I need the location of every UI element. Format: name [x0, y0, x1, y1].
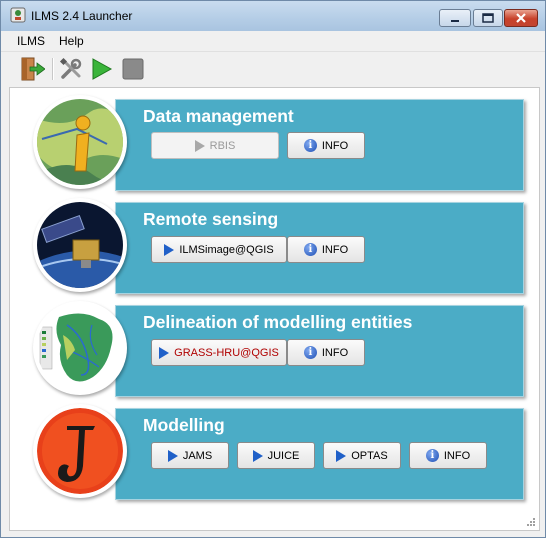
play-icon: [167, 449, 178, 462]
tools-icon: [59, 57, 82, 79]
data-management-info-button[interactable]: i INFO: [287, 132, 365, 159]
grass-hru-label: GRASS-HRU@QGIS: [174, 346, 279, 359]
remote-sensing-title: Remote sensing: [143, 209, 279, 229]
info-icon: i: [425, 449, 439, 462]
menu-bar: ILMS Help: [1, 31, 545, 52]
minimize-icon: [451, 20, 459, 22]
satellite-icon: [37, 202, 123, 288]
toolbar-separator: [52, 58, 54, 80]
modelling-logo: [33, 404, 127, 498]
resize-grip-icon[interactable]: [526, 517, 536, 527]
ilmsimage-button[interactable]: ILMSimage@QGIS: [151, 236, 287, 263]
launcher-window: ILMS 2.4 Launcher ILMS Help Data managem…: [0, 0, 546, 538]
modelling-info-button[interactable]: i INFO: [409, 442, 487, 469]
close-button[interactable]: [504, 9, 538, 27]
juice-label: JUICE: [267, 449, 300, 462]
info-label: INFO: [443, 449, 471, 462]
grass-hru-button[interactable]: GRASS-HRU@QGIS: [151, 339, 287, 366]
remote-sensing-info-button[interactable]: i INFO: [287, 236, 365, 263]
exit-door-icon: [21, 57, 46, 81]
maximize-icon: [482, 13, 494, 23]
delineation-logo: [33, 301, 127, 395]
jams-button[interactable]: JAMS: [151, 442, 229, 469]
play-icon: [164, 243, 175, 256]
exit-button[interactable]: [19, 56, 46, 82]
play-icon: [194, 139, 205, 152]
info-icon: i: [303, 243, 317, 256]
info-label: INFO: [321, 139, 349, 152]
remote-sensing-logo: [33, 198, 127, 292]
close-icon: [516, 13, 526, 23]
settings-button[interactable]: [58, 56, 84, 82]
data-management-logo: [33, 95, 127, 189]
play-icon: [252, 449, 263, 462]
catchment-map-icon: [37, 305, 123, 391]
ilmsimage-label: ILMSimage@QGIS: [179, 243, 274, 256]
toolbar: [1, 52, 545, 86]
window-title: ILMS 2.4 Launcher: [31, 9, 133, 23]
app-logo-icon: [10, 7, 26, 23]
maximize-button[interactable]: [473, 9, 503, 27]
jams-logo-icon: [37, 408, 123, 494]
info-icon: i: [303, 346, 317, 359]
jams-label: JAMS: [182, 449, 213, 462]
modelling-title: Modelling: [143, 415, 225, 435]
content-area: Data management RBIS i INFO Remote sensi…: [9, 87, 540, 531]
play-icon: [336, 449, 347, 462]
stop-button[interactable]: [120, 56, 146, 82]
data-management-title: Data management: [143, 106, 294, 126]
optas-label: OPTAS: [351, 449, 388, 462]
minimize-button[interactable]: [439, 9, 471, 27]
play-icon: [92, 58, 113, 80]
optas-button[interactable]: OPTAS: [323, 442, 401, 469]
stop-icon: [122, 58, 144, 80]
info-icon: i: [303, 139, 317, 152]
info-label: INFO: [321, 243, 349, 256]
rbis-label: RBIS: [209, 139, 236, 152]
rbis-button[interactable]: RBIS: [151, 132, 279, 159]
title-bar[interactable]: ILMS 2.4 Launcher: [1, 1, 545, 31]
run-button[interactable]: [89, 56, 115, 82]
info-label: INFO: [321, 346, 349, 359]
play-icon: [159, 346, 170, 359]
delineation-title: Delineation of modelling entities: [143, 312, 413, 332]
delineation-info-button[interactable]: i INFO: [287, 339, 365, 366]
info-map-icon: [37, 99, 123, 185]
menu-ilms[interactable]: ILMS: [17, 34, 45, 48]
juice-button[interactable]: JUICE: [237, 442, 315, 469]
menu-help[interactable]: Help: [59, 34, 84, 48]
